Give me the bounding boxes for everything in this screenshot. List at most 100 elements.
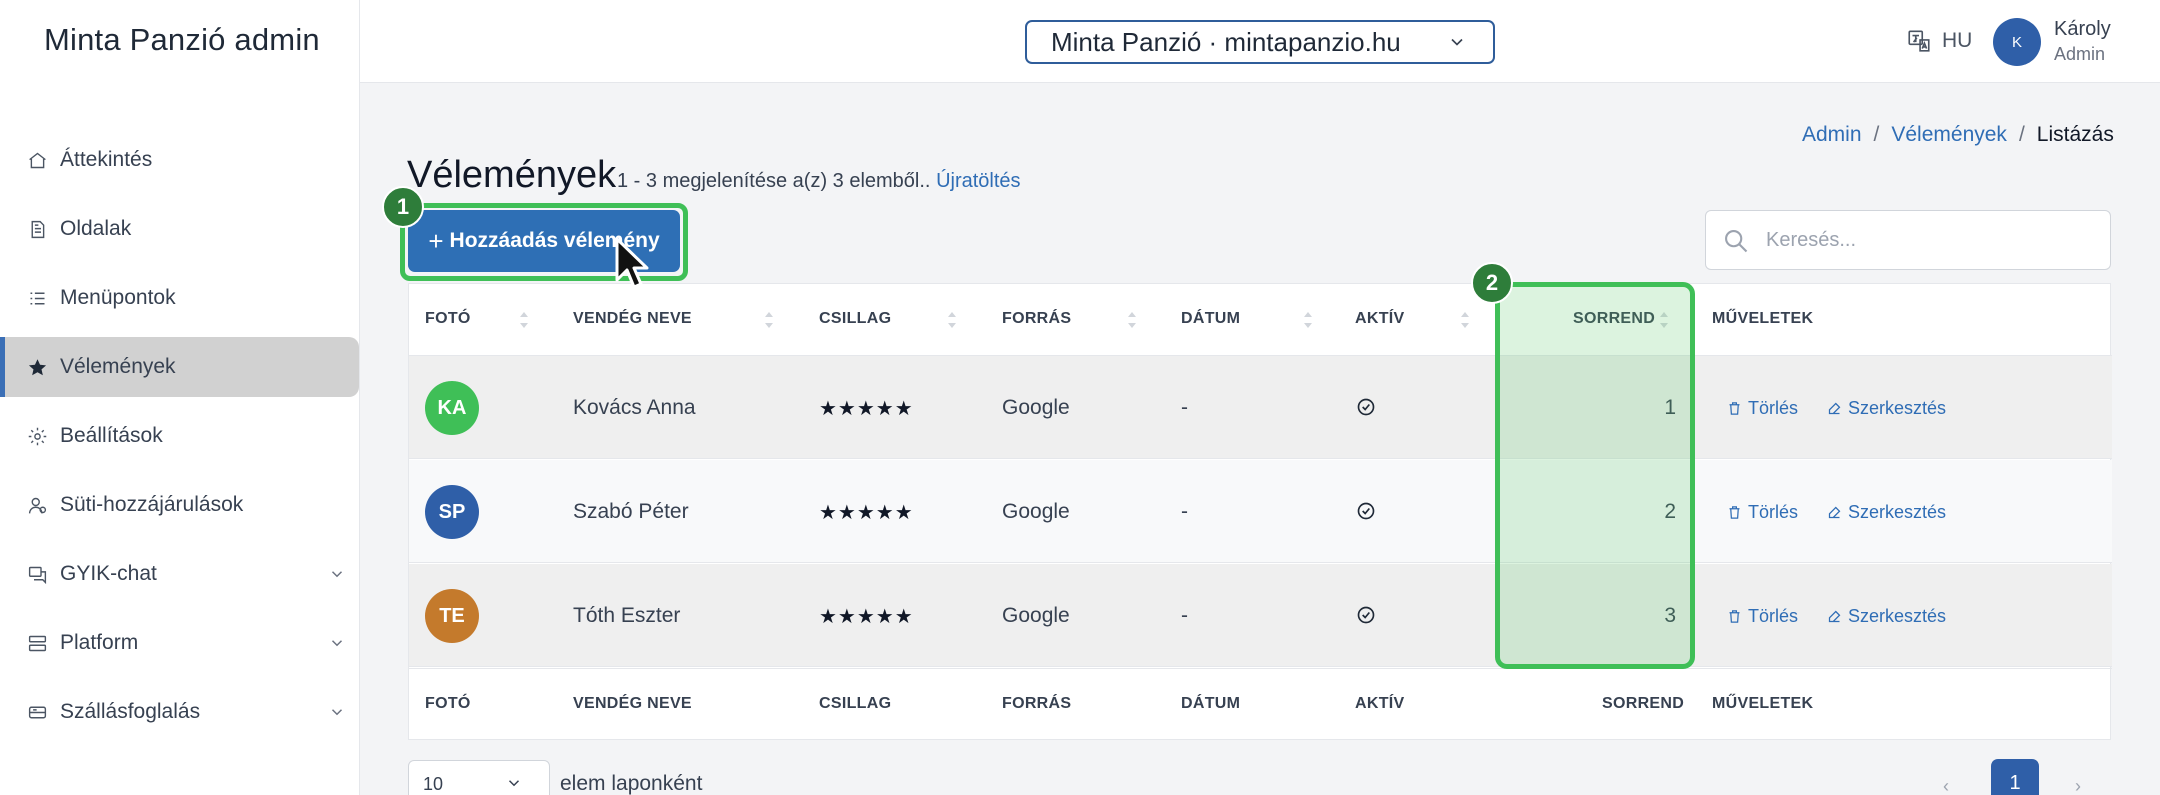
- annotation-badge-1: 1: [382, 186, 424, 228]
- table-row: SP Szabó Péter ★★★★★ Google - 2 Törlés S…: [409, 460, 2112, 563]
- table-header: FOTÓ VENDÉG NEVE CSILLAG FORRÁS DÁTUM AK…: [409, 284, 2112, 356]
- trash-icon: [1729, 610, 1740, 623]
- column-footer-datum: DÁTUM: [1181, 695, 1241, 712]
- chevron-down-icon: [508, 780, 520, 787]
- site-select[interactable]: Minta Panzió · mintapanzio.hu: [1025, 20, 1495, 64]
- edit-button[interactable]: Szerkesztés: [1827, 502, 1946, 523]
- column-header-datum[interactable]: DÁTUM: [1181, 310, 1240, 328]
- sidebar-item-label: Vélemények: [60, 355, 176, 378]
- edit-button[interactable]: Szerkesztés: [1827, 606, 1946, 627]
- delete-button[interactable]: Törlés: [1727, 502, 1798, 523]
- user-icon: [26, 494, 48, 516]
- sidebar-item-label: Platform: [60, 631, 139, 654]
- edit-icon: [1828, 402, 1841, 415]
- chevron-down-icon[interactable]: [328, 634, 346, 652]
- annotation-badge-2: 2: [1471, 262, 1513, 304]
- breadcrumb-separator: /: [1873, 123, 1880, 146]
- pagination-prev-button[interactable]: ‹: [1943, 776, 1949, 795]
- page-subtitle: 1 - 3 megjelenítése a(z) 3 elemből.. Újr…: [617, 170, 1021, 193]
- sort-icon[interactable]: [763, 309, 775, 331]
- trash-icon: [1729, 402, 1740, 415]
- column-header-forras[interactable]: FORRÁS: [1002, 310, 1071, 328]
- check-circle-icon: [1357, 398, 1375, 416]
- breadcrumb-current: Listázás: [2036, 123, 2114, 146]
- search-box[interactable]: [1705, 210, 2111, 270]
- sort-icon[interactable]: [518, 309, 530, 331]
- language-label: HU: [1942, 29, 1973, 52]
- source: Google: [1002, 396, 1070, 419]
- sidebar-item-menupontok[interactable]: Menüpontok: [0, 268, 360, 328]
- column-header-aktiv[interactable]: AKTÍV: [1355, 310, 1405, 328]
- sort-icon[interactable]: [1459, 309, 1471, 331]
- language-switcher[interactable]: HU: [1906, 28, 1972, 54]
- sidebar-item-gyik-chat[interactable]: GYIK-chat: [0, 544, 360, 604]
- sort-icon[interactable]: [1302, 309, 1314, 331]
- sorrend-column-highlight: [1495, 282, 1695, 669]
- column-header-vendeg-neve[interactable]: VENDÉG NEVE: [573, 310, 692, 328]
- star-rating: ★★★★★: [819, 502, 914, 524]
- chevron-down-icon[interactable]: [328, 703, 346, 721]
- column-footer-sorrend: SORREND: [1602, 695, 1685, 712]
- column-footer-csillag: CSILLAG: [819, 695, 892, 712]
- sidebar-item-velemenyek[interactable]: Vélemények: [0, 337, 359, 397]
- check-circle-icon: [1357, 606, 1375, 624]
- chevron-down-icon[interactable]: [328, 565, 346, 583]
- delete-label: Törlés: [1748, 502, 1799, 522]
- sidebar-item-szallasfoglalas[interactable]: Szállásfoglalás: [0, 682, 360, 742]
- user-name[interactable]: Károly: [2054, 18, 2111, 41]
- avatar: SP: [425, 485, 479, 539]
- delete-button[interactable]: Törlés: [1727, 606, 1798, 627]
- search-icon: [1725, 230, 1748, 253]
- star-rating: ★★★★★: [819, 606, 914, 628]
- sidebar-item-platform[interactable]: Platform: [0, 613, 360, 673]
- table-row: KA Kovács Anna ★★★★★ Google - 1 Törlés S…: [409, 356, 2112, 459]
- guest-name: Tóth Eszter: [573, 604, 681, 627]
- sidebar-item-suti[interactable]: Süti-hozzájárulások: [0, 475, 360, 535]
- sidebar-item-label: Menüpontok: [60, 286, 176, 309]
- edit-label: Szerkesztés: [1848, 502, 1947, 522]
- user-avatar[interactable]: K: [1993, 18, 2041, 66]
- column-footer-vendeg-neve: VENDÉG NEVE: [573, 695, 692, 712]
- sidebar-nav: Áttekintés Oldalak Menüpontok Vélemények…: [0, 130, 360, 751]
- search-input[interactable]: [1766, 228, 2086, 252]
- breadcrumb: Admin / Vélemények / Listázás: [1802, 123, 2114, 147]
- column-header-csillag[interactable]: CSILLAG: [819, 310, 891, 328]
- column-header-foto[interactable]: FOTÓ: [425, 310, 471, 328]
- breadcrumb-admin[interactable]: Admin: [1802, 123, 1862, 147]
- edit-label: Szerkesztés: [1848, 398, 1947, 418]
- column-header-muveletek: MŰVELETEK: [1712, 310, 1814, 327]
- reload-link[interactable]: Újratöltés: [936, 170, 1020, 192]
- sidebar-item-label: GYIK-chat: [60, 562, 157, 585]
- pagination-next-button[interactable]: ›: [2075, 776, 2081, 795]
- sidebar-item-label: Süti-hozzájárulások: [60, 493, 244, 516]
- plus-icon: +: [428, 225, 444, 256]
- breadcrumb-velemenyek[interactable]: Vélemények: [1891, 123, 2007, 147]
- edit-label: Szerkesztés: [1848, 606, 1947, 626]
- delete-button[interactable]: Törlés: [1727, 398, 1798, 419]
- per-page-label: elem laponként: [560, 772, 703, 795]
- brand-title: Minta Panzió admin: [44, 22, 320, 57]
- sidebar-item-oldalak[interactable]: Oldalak: [0, 199, 360, 259]
- per-page-select[interactable]: 10: [408, 760, 550, 795]
- guest-name: Kovács Anna: [573, 396, 696, 419]
- sidebar-item-attekintes[interactable]: Áttekintés: [0, 130, 360, 190]
- delete-label: Törlés: [1748, 398, 1799, 418]
- per-page-value: 10: [423, 774, 444, 794]
- gear-icon: [26, 425, 48, 447]
- source: Google: [1002, 500, 1070, 523]
- chevron-down-icon: [1451, 38, 1463, 46]
- column-footer-muveletek: MŰVELETEK: [1712, 695, 1814, 712]
- date: -: [1181, 396, 1188, 419]
- table-footer-header: FOTÓ VENDÉG NEVE CSILLAG FORRÁS DÁTUM AK…: [409, 668, 2112, 740]
- topbar: Minta Panzió · mintapanzio.hu HU K Károl…: [360, 0, 2160, 83]
- sidebar-item-label: Beállítások: [60, 424, 163, 447]
- pagination-page-button[interactable]: 1: [1991, 759, 2039, 795]
- edit-button[interactable]: Szerkesztés: [1827, 398, 1946, 419]
- list-icon: [26, 287, 48, 309]
- sidebar-item-label: Oldalak: [60, 217, 132, 240]
- sort-icon[interactable]: [1126, 309, 1138, 331]
- mouse-cursor-icon: [615, 237, 649, 289]
- sort-icon[interactable]: [946, 309, 958, 331]
- sidebar-item-beallitasok[interactable]: Beállítások: [0, 406, 360, 466]
- source: Google: [1002, 604, 1070, 627]
